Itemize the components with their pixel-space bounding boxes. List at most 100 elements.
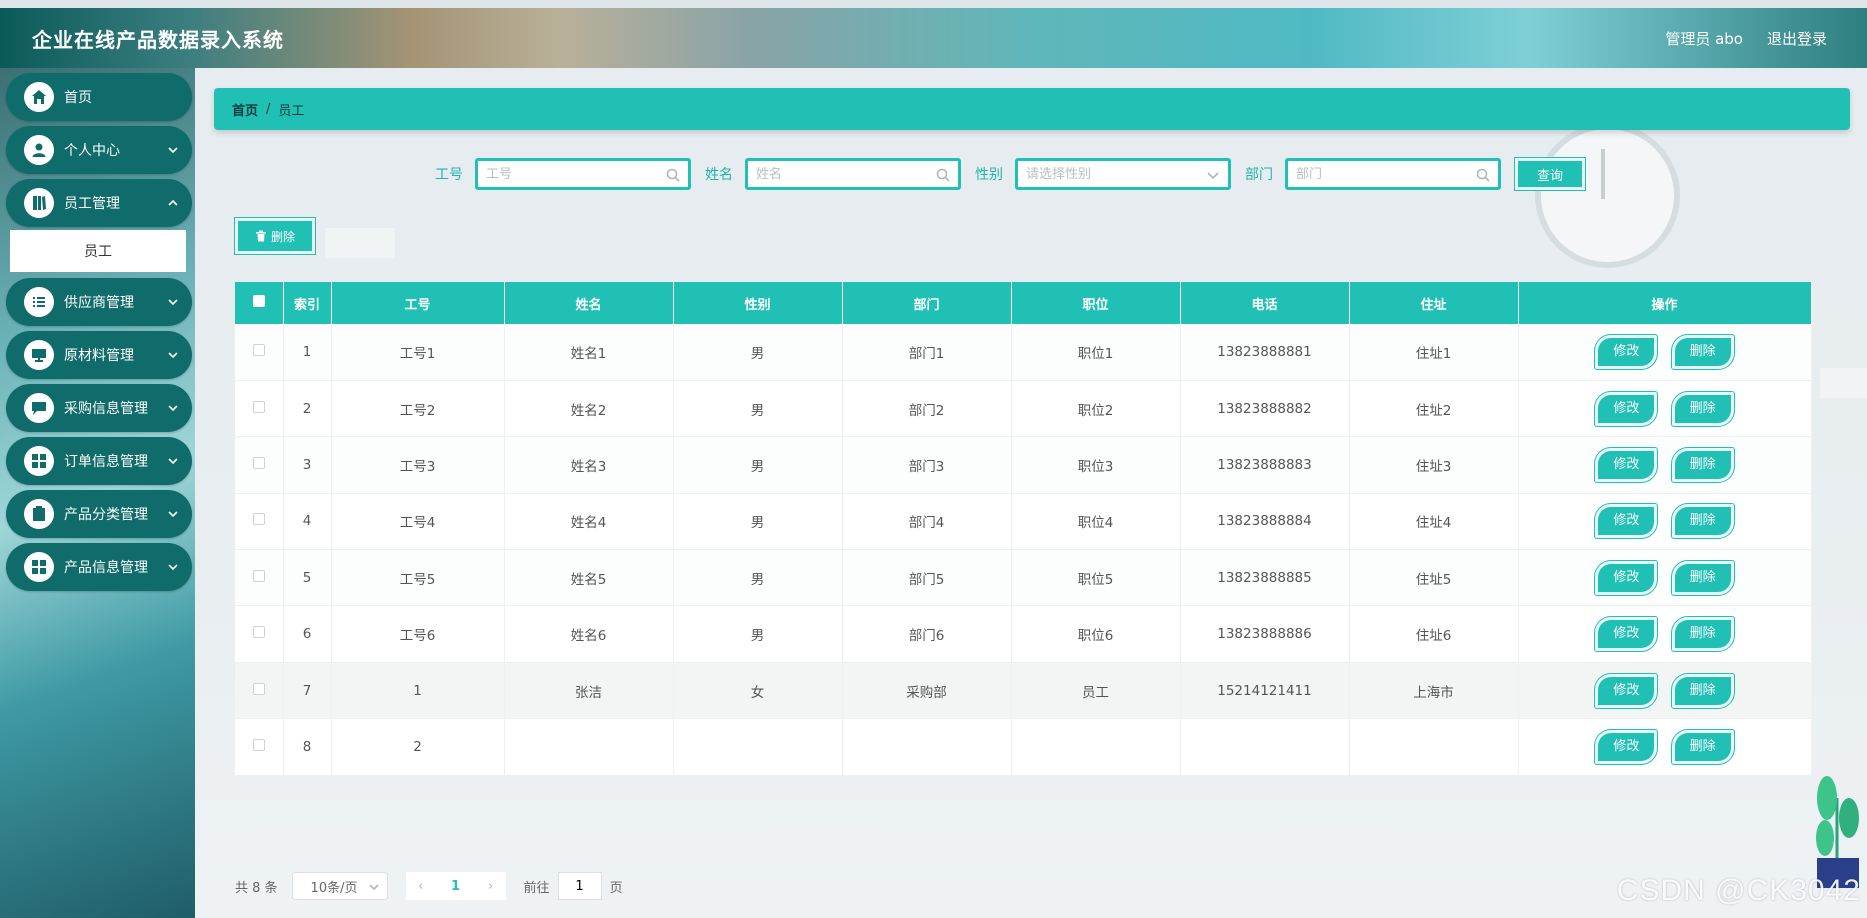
row-checkbox[interactable] <box>252 569 265 582</box>
row-select[interactable] <box>235 324 284 381</box>
cell-actions: 修改 删除 <box>1518 493 1812 551</box>
row-select[interactable] <box>235 605 284 663</box>
cell-gonghao: 工号5 <box>331 549 505 607</box>
delete-button[interactable]: 删除 <box>1670 333 1735 370</box>
cell-address: 住址5 <box>1349 549 1519 607</box>
sidebar-item-purchase-management[interactable]: 采购信息管理 <box>6 384 192 432</box>
row-checkbox[interactable] <box>252 343 265 356</box>
row-checkbox[interactable] <box>252 513 265 526</box>
cell-position: 职位1 <box>1011 324 1181 381</box>
background-decoration <box>1820 368 1867 398</box>
edit-button[interactable]: 修改 <box>1594 559 1659 596</box>
breadcrumb-current: 员工 <box>278 103 305 119</box>
breadcrumb-home[interactable]: 首页 <box>232 100 258 119</box>
edit-button[interactable]: 修改 <box>1594 333 1659 370</box>
row-select[interactable] <box>235 662 284 720</box>
row-select[interactable] <box>235 549 284 607</box>
row-select[interactable] <box>235 380 284 438</box>
cell-index: 8 <box>283 718 332 776</box>
chevron-down-icon <box>168 295 178 306</box>
sidebar-item-label: 员工管理 <box>64 196 120 212</box>
header-select-all[interactable] <box>235 282 284 324</box>
sidebar-item-product-category-management[interactable]: 产品分类管理 <box>6 490 192 538</box>
delete-button[interactable]: 删除 <box>1670 672 1735 709</box>
row-checkbox[interactable] <box>252 682 265 695</box>
delete-button[interactable]: 删除 <box>1670 559 1735 596</box>
cell-position: 职位5 <box>1011 549 1181 607</box>
page-size-select[interactable]: 10条/页 <box>291 872 388 900</box>
cell-phone <box>1180 718 1350 776</box>
select-all-checkbox[interactable] <box>252 295 265 307</box>
column-header: 索引 <box>283 282 332 324</box>
sidebar-item-raw-material-management[interactable]: 原材料管理 <box>6 331 192 379</box>
edit-button[interactable]: 修改 <box>1594 503 1659 540</box>
search-bar: 工号 姓名 性别 部门 查询 <box>435 157 1586 191</box>
sidebar-item-product-info-management[interactable]: 产品信息管理 <box>6 543 192 591</box>
edit-button[interactable]: 修改 <box>1594 390 1659 427</box>
admin-user-label[interactable]: 管理员 abo <box>1665 28 1743 49</box>
cell-gender: 男 <box>673 436 843 494</box>
main-content: 首页 / 员工 工号 姓名 性别 部门 查询 删除 <box>195 68 1867 918</box>
column-header: 操作 <box>1518 282 1812 324</box>
table-row: 5 工号5 姓名5 男部门5 职位5 13823888885 住址5 修改 删除 <box>235 549 1812 607</box>
goto-page: 前往 页 <box>524 872 623 900</box>
gonghao-input[interactable] <box>486 166 656 182</box>
prev-page-button[interactable]: ‹ <box>405 872 436 900</box>
edit-button[interactable]: 修改 <box>1594 446 1659 483</box>
gender-select[interactable] <box>1015 158 1231 190</box>
sidebar-item-supplier-management[interactable]: 供应商管理 <box>6 278 192 326</box>
page-number[interactable]: 1 <box>435 872 476 900</box>
cell-name: 张洁 <box>504 662 674 720</box>
cell-name: 姓名5 <box>504 549 674 607</box>
logout-link[interactable]: 退出登录 <box>1767 28 1827 49</box>
cell-index: 6 <box>283 605 332 663</box>
plant-decoration <box>1816 776 1859 888</box>
delete-button[interactable]: 删除 <box>1670 390 1735 427</box>
dept-input[interactable] <box>1296 166 1466 182</box>
delete-button[interactable]: 删除 <box>1670 728 1735 765</box>
cell-actions: 修改 删除 <box>1518 718 1812 776</box>
delete-button[interactable]: 删除 <box>1670 616 1735 653</box>
next-page-button[interactable]: › <box>475 872 506 900</box>
cell-phone: 13823888883 <box>1180 436 1350 494</box>
name-field[interactable] <box>745 158 961 190</box>
cell-address: 住址1 <box>1349 324 1519 381</box>
sidebar-item-order-management[interactable]: 订单信息管理 <box>6 437 192 485</box>
delete-button[interactable]: 删除 <box>1670 446 1735 483</box>
goto-page-input[interactable] <box>557 872 602 900</box>
cell-address: 住址4 <box>1349 493 1519 551</box>
edit-button[interactable]: 修改 <box>1594 728 1659 765</box>
batch-delete-button[interactable]: 删除 <box>234 217 316 255</box>
edit-button[interactable]: 修改 <box>1594 616 1659 653</box>
name-input[interactable] <box>756 166 926 182</box>
column-header: 部门 <box>842 282 1012 324</box>
cell-gender <box>673 718 843 776</box>
row-checkbox[interactable] <box>252 738 265 751</box>
row-select[interactable] <box>235 718 284 776</box>
row-select[interactable] <box>235 493 284 551</box>
row-checkbox[interactable] <box>252 626 265 639</box>
dept-label: 部门 <box>1245 167 1273 183</box>
breadcrumb-separator: / <box>266 101 271 117</box>
gonghao-field[interactable] <box>475 158 691 190</box>
chevron-down-icon <box>168 143 178 154</box>
chevron-up-icon <box>168 196 178 206</box>
row-checkbox[interactable] <box>252 456 265 469</box>
sidebar-item-employee-management[interactable]: 员工管理 <box>6 179 192 227</box>
sidebar-item-home[interactable]: 首页 <box>6 73 192 121</box>
gonghao-label: 工号 <box>435 167 463 183</box>
sidebar-item-label: 原材料管理 <box>64 348 134 364</box>
edit-button[interactable]: 修改 <box>1594 672 1659 709</box>
query-button[interactable]: 查询 <box>1514 157 1586 191</box>
cell-gonghao: 工号6 <box>331 605 505 663</box>
clock-decoration <box>1535 123 1680 268</box>
gender-select-input[interactable] <box>1026 166 1196 182</box>
sidebar-subitem-employee[interactable]: 员工 <box>10 230 186 272</box>
row-checkbox[interactable] <box>252 400 265 413</box>
dept-field[interactable] <box>1285 158 1501 190</box>
cell-gonghao: 1 <box>331 662 505 720</box>
cell-gender: 男 <box>673 605 843 663</box>
sidebar-item-personal-center[interactable]: 个人中心 <box>6 126 192 174</box>
delete-button[interactable]: 删除 <box>1670 503 1735 540</box>
row-select[interactable] <box>235 436 284 494</box>
